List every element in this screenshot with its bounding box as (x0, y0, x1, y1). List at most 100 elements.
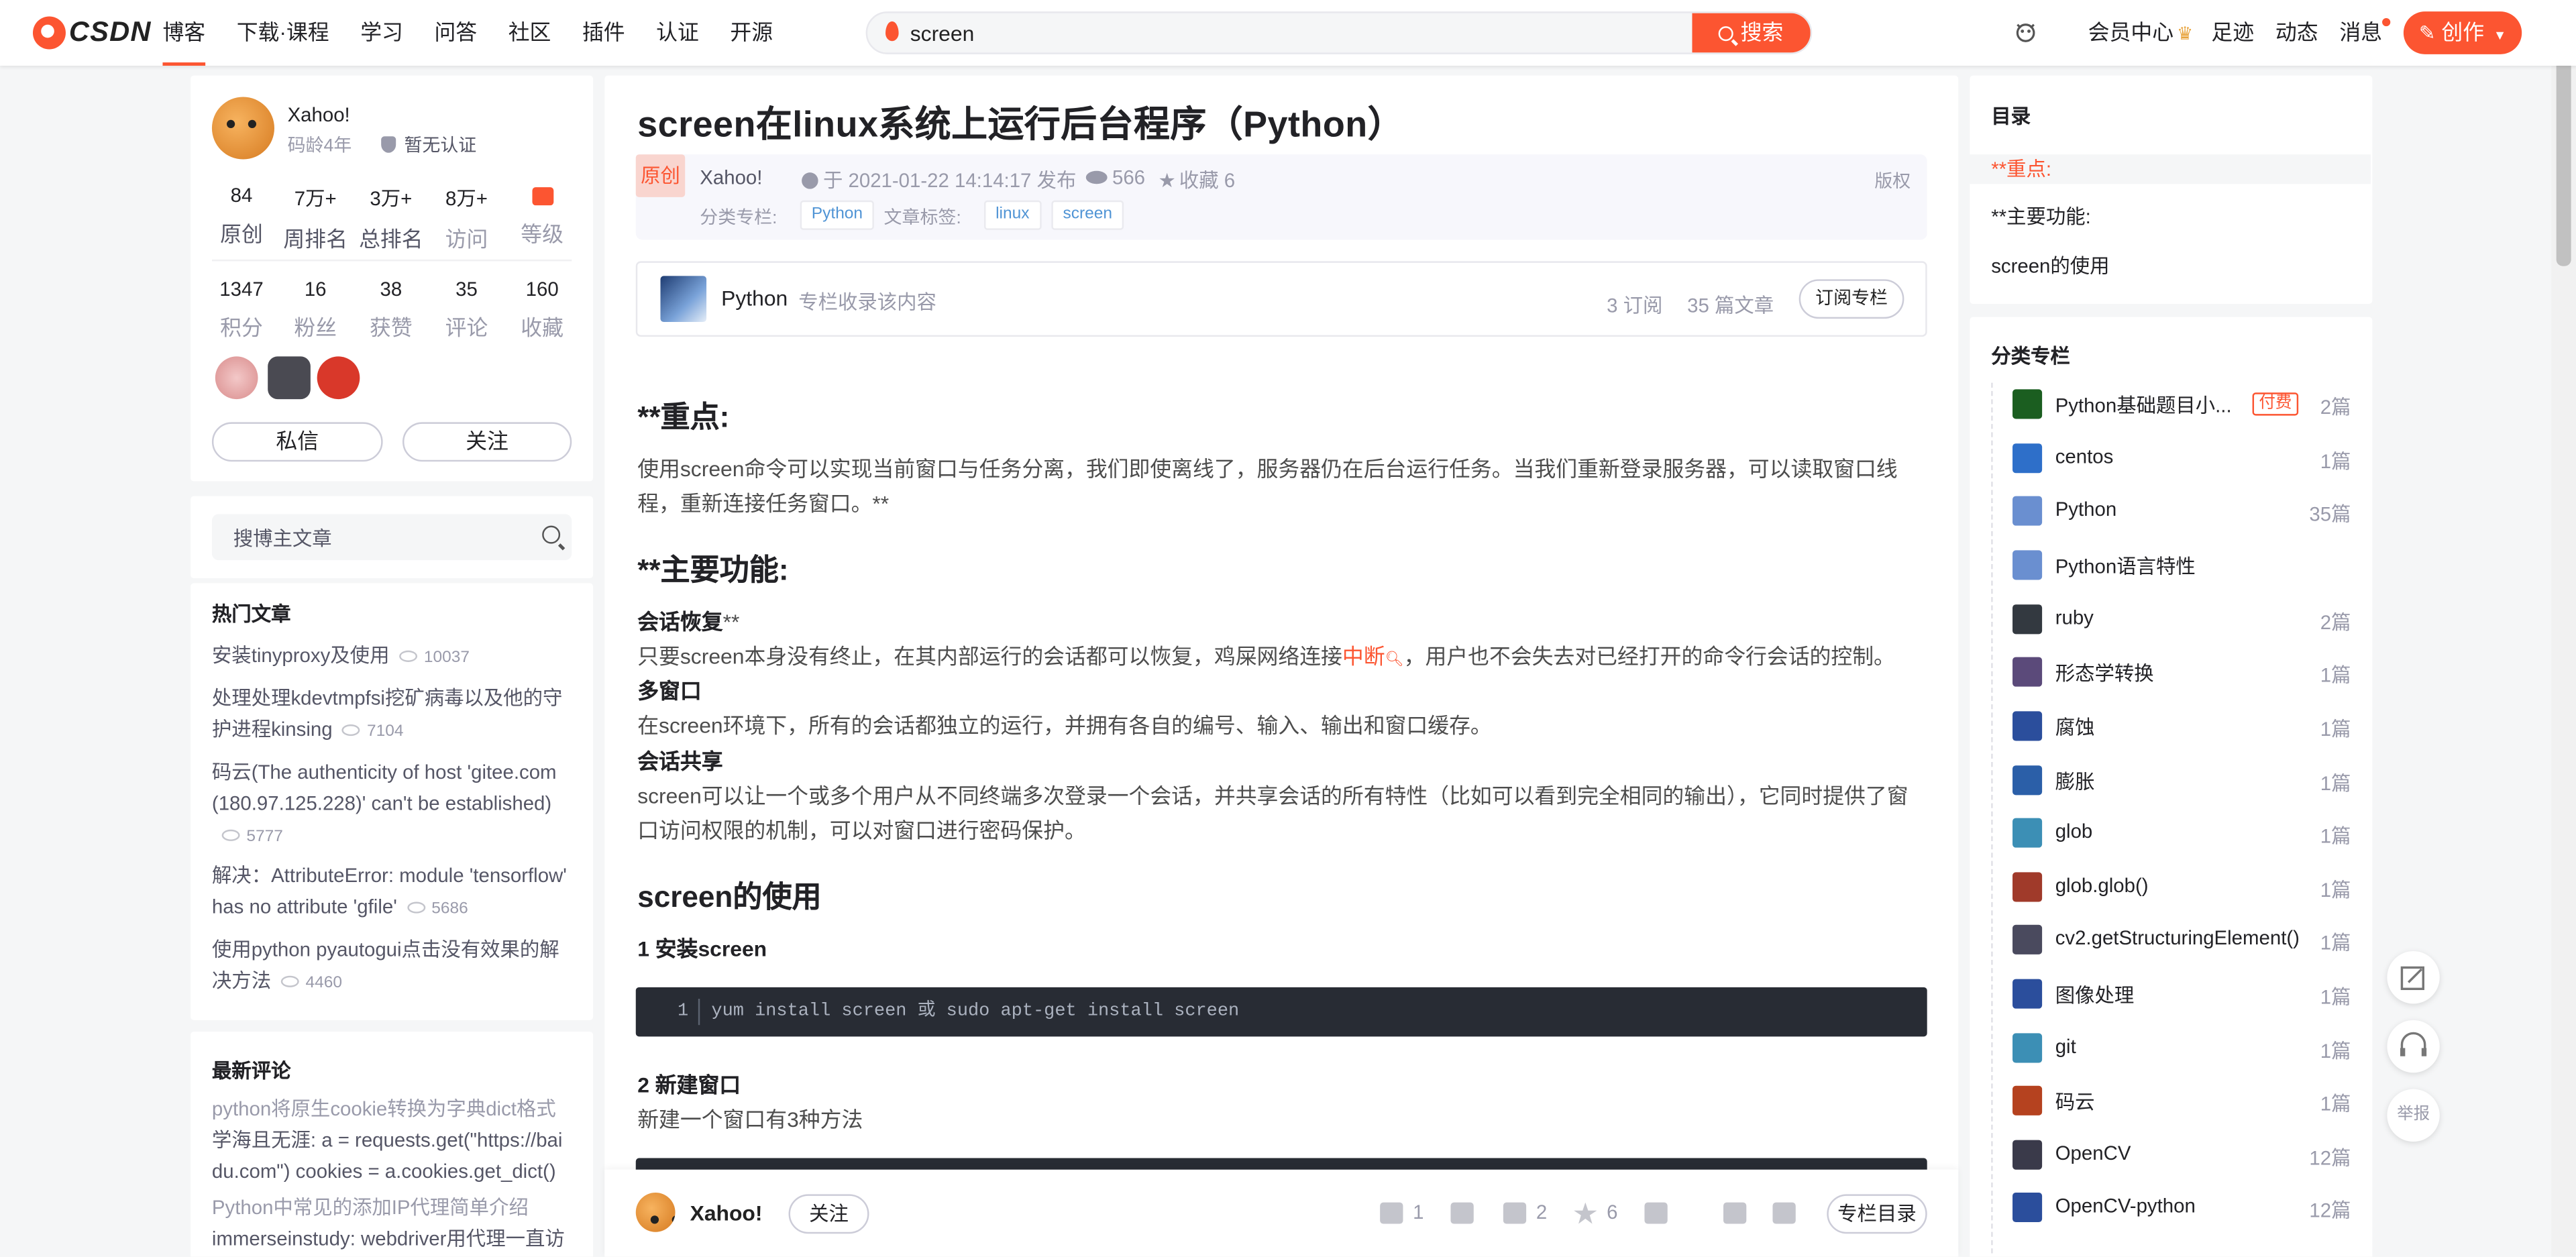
page-scrollbar[interactable] (2551, 0, 2576, 1257)
stat-level[interactable]: 等级 (502, 184, 582, 248)
category-item[interactable]: OpenCV 12篇 (2012, 1138, 2351, 1171)
feature-session-restore: 会话恢复** (637, 609, 740, 635)
comment-article-link[interactable]: Python中常见的添加IP代理简单介绍 (212, 1193, 574, 1224)
private-message-button[interactable]: 私信 (211, 422, 383, 462)
column-toc-button[interactable]: 专栏目录 (1827, 1194, 1927, 1234)
blog-search-input[interactable]: 搜博主文章 (211, 514, 572, 561)
eye-icon (280, 975, 299, 987)
copyright-link[interactable]: 版权 (1874, 168, 1911, 194)
tag-screen[interactable]: screen (1051, 200, 1124, 230)
author-link[interactable]: Xahoo! (700, 166, 762, 188)
column-box: Python 专栏收录该内容 3 订阅 35 篇文章 订阅专栏 (635, 261, 1927, 337)
subscribe-column-button[interactable]: 订阅专栏 (1799, 279, 1904, 319)
reward-icon[interactable] (1644, 1202, 1668, 1224)
dynamic-link[interactable]: 动态 (2275, 0, 2318, 66)
profile-name[interactable]: Xahoo! (288, 103, 350, 126)
category-item[interactable]: 膨胀 1篇 (2012, 764, 2351, 797)
edit-float-button[interactable] (2387, 950, 2440, 1004)
comment-article-link[interactable]: python将原生cookie转换为字典dict格式 (212, 1094, 574, 1126)
category-columns-card: 分类专栏 Python基础题目小... 付费 2篇 centos 1篇 Python 3… (1970, 317, 2373, 1257)
star-icon[interactable] (1574, 1202, 1597, 1224)
category-item[interactable]: Python 35篇 (2012, 494, 2351, 527)
eye-icon (342, 724, 361, 736)
footprint-link[interactable]: 足迹 (2211, 0, 2254, 66)
nav-community[interactable]: 社区 (508, 0, 551, 66)
category-item[interactable]: git 1篇 (2012, 1032, 2351, 1064)
nav-opensource[interactable]: 开源 (730, 0, 773, 66)
heading-usage: screen的使用 (637, 880, 822, 914)
category-item[interactable]: Python基础题目小... 付费 2篇 (2012, 388, 2351, 421)
nav-blog[interactable]: 博客 (162, 0, 206, 66)
category-tag[interactable]: Python (800, 200, 875, 230)
hot-articles-card: 热门文章 安装tinyproxy及使用 10037 处理处理kdevtmpfsi挖… (191, 583, 594, 1020)
comment-icon[interactable] (1503, 1202, 1527, 1224)
like-count: 1 (1413, 1201, 1424, 1224)
nav-qa[interactable]: 问答 (434, 0, 477, 66)
feature-session-share-text: screen可以让一个或多个用户从不同终端多次登录一个会话，并共享会话的所有特性… (637, 783, 1909, 843)
stat-week-rank[interactable]: 7万+ 周排名 (276, 184, 355, 253)
category-icon (2012, 550, 2043, 580)
hot-article-item[interactable]: 处理处理kdevtmpfsi挖矿病毒以及他的守护进程kinsing 7104 (212, 684, 574, 748)
hot-article-item[interactable]: 使用python pyautogui点击没有效果的解决方法 4460 (212, 934, 574, 999)
keyword-link[interactable]: 中断🔍︎ (1342, 644, 1404, 669)
csdn-logo[interactable]: CSDN (32, 16, 152, 50)
search-input[interactable] (910, 13, 1682, 53)
hot-article-item[interactable]: 安装tinyproxy及使用 10037 (212, 641, 574, 673)
latest-comments-card: 最新评论 python将原生cookie转换为字典dict格式 学海且无涯: a… (191, 1031, 594, 1257)
code-block[interactable]: 1 yum install screen 或 sudo apt-get inst… (635, 987, 1927, 1037)
report-button[interactable]: 举报 (2387, 1089, 2440, 1142)
vip-center-link[interactable]: 会员中心 ♛ (2088, 0, 2193, 66)
shield-icon (381, 136, 396, 153)
category-item[interactable]: Python语言特性 (2012, 549, 2351, 582)
search-icon[interactable] (542, 525, 561, 544)
category-item[interactable]: cv2.getStructuringElement() 1篇 (2012, 923, 2351, 956)
unread-dot (2382, 17, 2391, 27)
stat-original[interactable]: 84 原创 (202, 184, 281, 248)
column-name[interactable]: Python (721, 286, 788, 311)
pdf-icon[interactable] (1772, 1202, 1796, 1224)
thumb-down-icon[interactable] (1450, 1202, 1474, 1224)
badge-icon[interactable] (268, 356, 311, 400)
follow-button[interactable]: 关注 (402, 422, 572, 462)
create-button[interactable]: ✎ 创作 ▼ (2403, 11, 2522, 54)
search-button[interactable]: 搜索 (1692, 13, 1811, 53)
share-icon[interactable] (1723, 1202, 1747, 1224)
category-item[interactable]: 腐蚀 1篇 (2012, 710, 2351, 743)
category-item[interactable]: 码云 1篇 (2012, 1084, 2351, 1117)
author-name[interactable]: Xahoo! (690, 1201, 763, 1225)
thumb-up-icon[interactable] (1380, 1202, 1403, 1224)
hot-fire-icon (885, 21, 899, 42)
category-item[interactable]: 图像处理 1篇 (2012, 977, 2351, 1010)
nav-learn[interactable]: 学习 (360, 0, 403, 66)
toc-item-key[interactable]: **重点: (1970, 154, 2371, 184)
follow-author-button[interactable]: 关注 (788, 1194, 869, 1234)
tag-linux[interactable]: linux (983, 200, 1041, 230)
nav-download-course[interactable]: 下载·课程 (237, 0, 329, 66)
avatar[interactable] (211, 97, 274, 160)
nav-certification[interactable]: 认证 (656, 0, 699, 66)
messages-link[interactable]: 消息 (2339, 0, 2391, 66)
hot-article-item[interactable]: 解决：AttributeError: module 'tensorflow' h… (212, 861, 574, 925)
badge-icon[interactable] (317, 356, 360, 400)
customer-service-button[interactable] (2387, 1020, 2440, 1073)
category-item[interactable]: 形态学转换 1篇 (2012, 655, 2351, 688)
category-item[interactable]: glob 1篇 (2012, 816, 2351, 849)
column-cover-image[interactable] (660, 276, 707, 323)
category-icon (2012, 765, 2043, 796)
favorite-count[interactable]: ★ 收藏 6 (1159, 166, 1236, 194)
category-item[interactable]: ruby 2篇 (2012, 603, 2351, 636)
mascot-icon[interactable] (2012, 0, 2039, 66)
article-action-bar: Xahoo! 关注 1 2 6 专栏目录 (604, 1169, 1959, 1257)
badge-icon[interactable] (215, 356, 258, 400)
category-item[interactable]: glob.glob() 1篇 (2012, 871, 2351, 904)
toc-item-usage[interactable]: screen的使用 (1970, 252, 2371, 281)
stat-total-rank[interactable]: 3万+ 总排名 (352, 184, 431, 253)
author-avatar[interactable] (635, 1192, 676, 1232)
main-nav: 博客 下载·课程 学习 问答 社区 插件 认证 开源 (162, 0, 804, 66)
hot-article-item[interactable]: 码云(The authenticity of host 'gitee.com (… (212, 757, 574, 853)
top-toolbar: CSDN 博客 下载·课程 学习 问答 社区 插件 认证 开源 搜索 会员中心♛… (0, 0, 2576, 66)
category-item[interactable]: OpenCV-python 12篇 (2012, 1191, 2351, 1224)
nav-plugins[interactable]: 插件 (582, 0, 625, 66)
toc-item-functions[interactable]: **主要功能: (1970, 202, 2371, 231)
category-item[interactable]: centos 1篇 (2012, 442, 2351, 475)
